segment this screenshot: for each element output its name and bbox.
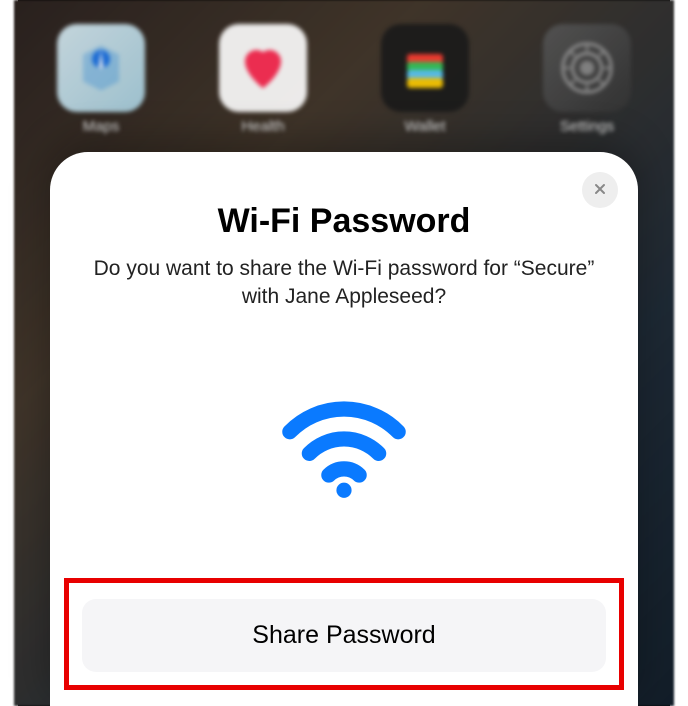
- modal-title: Wi-Fi Password: [82, 202, 606, 241]
- wifi-icon: [279, 398, 409, 503]
- app-label: Maps: [83, 118, 120, 135]
- app-label: Health: [241, 118, 284, 135]
- modal-subtitle: Do you want to share the Wi-Fi password …: [82, 255, 606, 312]
- close-icon: [592, 181, 608, 200]
- share-password-button[interactable]: Share Password: [82, 599, 606, 672]
- app-label: Settings: [560, 118, 614, 135]
- wifi-password-share-modal: Wi-Fi Password Do you want to share the …: [50, 152, 638, 706]
- wifi-icon-container: [82, 312, 606, 599]
- app-label: Wallet: [404, 118, 445, 135]
- maps-icon: [57, 24, 145, 112]
- close-button[interactable]: [582, 172, 618, 208]
- settings-icon: [543, 24, 631, 112]
- wallet-icon: [381, 24, 469, 112]
- health-icon: [219, 24, 307, 112]
